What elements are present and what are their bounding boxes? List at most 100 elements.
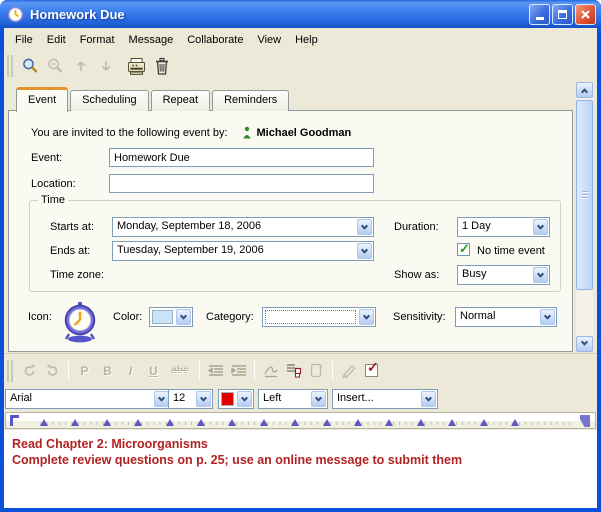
- paragraph-icon[interactable]: P: [73, 360, 96, 382]
- chevron-down-icon[interactable]: [154, 391, 169, 407]
- find-icon[interactable]: [18, 54, 43, 78]
- window-title: Homework Due: [30, 7, 527, 22]
- redo-icon[interactable]: [41, 360, 64, 382]
- ruler-tab-stop[interactable]: [291, 419, 299, 426]
- chevron-down-icon[interactable]: [421, 391, 436, 407]
- bold-icon[interactable]: B: [96, 360, 119, 382]
- client-area: File Edit Format Message Collaborate Vie…: [4, 28, 597, 508]
- close-button[interactable]: [575, 4, 596, 25]
- menu-edit[interactable]: Edit: [40, 32, 73, 48]
- ruler-tab-stop[interactable]: [354, 419, 362, 426]
- font-name-combo[interactable]: Arial: [5, 389, 171, 409]
- toolbar-grip[interactable]: [7, 360, 13, 382]
- minimize-button[interactable]: [529, 4, 550, 25]
- ruler-tab-stop[interactable]: [103, 419, 111, 426]
- highlight-pen-icon[interactable]: [337, 360, 360, 382]
- category-combo[interactable]: [262, 307, 376, 327]
- alarm-clock-icon[interactable]: [61, 301, 99, 343]
- message-text[interactable]: Read Chapter 2: Microorganisms Complete …: [12, 436, 591, 468]
- ruler[interactable]: [5, 412, 596, 429]
- scrollbar-thumb[interactable]: [576, 100, 593, 290]
- ruler-tab-stop[interactable]: [40, 419, 48, 426]
- print-icon[interactable]: [124, 54, 149, 78]
- font-color-combo[interactable]: [218, 389, 254, 409]
- chevron-down-icon[interactable]: [357, 219, 372, 235]
- message-body[interactable]: Read Chapter 2: Microorganisms Complete …: [4, 430, 597, 508]
- ruler-tab-stop[interactable]: [417, 419, 425, 426]
- menu-collaborate[interactable]: Collaborate: [180, 32, 250, 48]
- ruler-tab-stop[interactable]: [385, 419, 393, 426]
- minimize-icon: [536, 17, 544, 20]
- alignment-combo[interactable]: Left: [258, 389, 328, 409]
- ruler-tab-stop[interactable]: [323, 419, 331, 426]
- color-combo[interactable]: [149, 307, 193, 327]
- ruler-right-margin-marker[interactable]: [580, 415, 590, 427]
- signature-icon[interactable]: [259, 360, 282, 382]
- message-line-1: Read Chapter 2: Microorganisms: [12, 436, 591, 452]
- location-label: Location:: [31, 178, 76, 190]
- chevron-down-icon[interactable]: [176, 309, 191, 325]
- tab-event[interactable]: Event: [16, 87, 68, 112]
- menu-help[interactable]: Help: [288, 32, 325, 48]
- outdent-icon[interactable]: [204, 360, 227, 382]
- location-input[interactable]: [109, 174, 374, 193]
- insert-field-icon[interactable]: [282, 360, 305, 382]
- ruler-tab-stop[interactable]: [448, 419, 456, 426]
- scroll-down-button[interactable]: [576, 336, 593, 352]
- previous-icon[interactable]: [68, 54, 93, 78]
- chevron-down-icon: [581, 338, 588, 345]
- show-as-combo[interactable]: Busy: [457, 265, 550, 285]
- event-input[interactable]: [109, 148, 374, 167]
- font-size-combo[interactable]: 12: [168, 389, 213, 409]
- duration-combo[interactable]: 1 Day: [457, 217, 550, 237]
- time-group: Time Starts at: Monday, September 18, 20…: [29, 200, 561, 292]
- ruler-tab-stop[interactable]: [260, 419, 268, 426]
- menu-file[interactable]: File: [8, 32, 40, 48]
- chevron-down-icon[interactable]: [533, 267, 548, 283]
- chevron-down-icon[interactable]: [237, 391, 252, 407]
- chevron-down-icon[interactable]: [540, 309, 555, 325]
- underline-icon[interactable]: U: [142, 360, 165, 382]
- ruler-tab-stop[interactable]: [134, 419, 142, 426]
- chevron-down-icon[interactable]: [533, 219, 548, 235]
- menu-view[interactable]: View: [250, 32, 288, 48]
- undo-icon[interactable]: [18, 360, 41, 382]
- tab-scheduling[interactable]: Scheduling: [70, 90, 148, 111]
- sensitivity-combo[interactable]: Normal: [455, 307, 557, 327]
- ruler-tab-stop[interactable]: [197, 419, 205, 426]
- ruler-tab-stop[interactable]: [166, 419, 174, 426]
- insert-combo[interactable]: Insert...: [332, 389, 438, 409]
- check-icon: ✓: [459, 241, 470, 257]
- chevron-down-icon[interactable]: [359, 309, 374, 325]
- delete-icon[interactable]: [149, 54, 174, 78]
- ruler-left-margin-marker[interactable]: [10, 415, 19, 426]
- ruler-tab-stop[interactable]: [480, 419, 488, 426]
- tab-bar: Event Scheduling Repeat Reminders: [16, 86, 291, 111]
- chevron-down-icon[interactable]: [311, 391, 326, 407]
- toolbar-grip[interactable]: [7, 55, 13, 77]
- ruler-tab-stop[interactable]: [71, 419, 79, 426]
- icon-label: Icon:: [28, 311, 52, 323]
- indent-icon[interactable]: [227, 360, 250, 382]
- starts-at-combo[interactable]: Monday, September 18, 2006: [112, 217, 374, 237]
- menu-format[interactable]: Format: [73, 32, 122, 48]
- ruler-tab-stop[interactable]: [511, 419, 519, 426]
- spellcheck-icon[interactable]: ✓: [360, 360, 383, 382]
- next-icon[interactable]: [93, 54, 118, 78]
- no-time-event-checkbox[interactable]: ✓: [457, 243, 470, 256]
- title-bar[interactable]: Homework Due: [0, 0, 601, 28]
- vertical-scrollbar[interactable]: [576, 82, 593, 352]
- maximize-button[interactable]: [552, 4, 573, 25]
- ends-at-combo[interactable]: Tuesday, September 19, 2006: [112, 241, 374, 261]
- strikethrough-icon[interactable]: abc: [165, 360, 195, 382]
- chevron-down-icon[interactable]: [196, 391, 211, 407]
- ruler-tab-stop[interactable]: [228, 419, 236, 426]
- italic-icon[interactable]: I: [119, 360, 142, 382]
- menu-message[interactable]: Message: [122, 32, 181, 48]
- find-next-icon[interactable]: [43, 54, 68, 78]
- chevron-down-icon[interactable]: [357, 243, 372, 259]
- scroll-up-button[interactable]: [576, 82, 593, 98]
- tab-repeat[interactable]: Repeat: [151, 90, 210, 111]
- tab-reminders[interactable]: Reminders: [212, 90, 289, 111]
- insert-object-icon[interactable]: [305, 360, 328, 382]
